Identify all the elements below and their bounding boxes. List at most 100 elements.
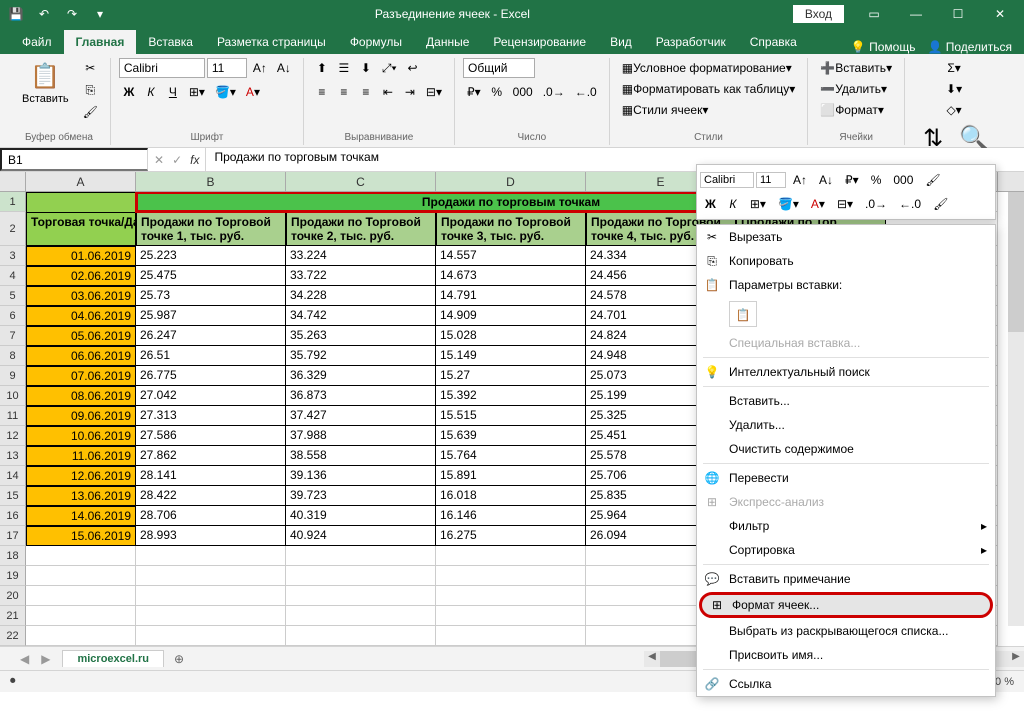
record-macro-icon[interactable]: ⏺ — [10, 675, 16, 688]
align-center-icon[interactable]: ≡ — [334, 82, 354, 102]
delete-cells-button[interactable]: ➖ Удалить ▾ — [816, 79, 896, 99]
login-button[interactable]: Вход — [793, 5, 844, 23]
cell[interactable]: 27.586 — [136, 426, 286, 446]
fx-icon[interactable]: fx — [190, 153, 199, 167]
select-all-corner[interactable] — [0, 172, 26, 191]
conditional-formatting-button[interactable]: ▦ Условное форматирование ▾ — [618, 58, 800, 78]
cell[interactable]: 26.775 — [136, 366, 286, 386]
tab-view[interactable]: Вид — [598, 30, 644, 54]
mini-increase-font-icon[interactable]: A↑ — [788, 170, 812, 190]
cell[interactable]: 28.706 — [136, 506, 286, 526]
cell[interactable]: 16.018 — [436, 486, 586, 506]
cell[interactable]: 26.247 — [136, 326, 286, 346]
cell[interactable]: 02.06.2019 — [26, 266, 136, 286]
cell[interactable]: 05.06.2019 — [26, 326, 136, 346]
cell[interactable] — [436, 566, 586, 586]
row-header[interactable]: 14 — [0, 466, 26, 486]
name-box[interactable] — [0, 148, 148, 171]
row-header[interactable]: 8 — [0, 346, 26, 366]
font-name-select[interactable] — [119, 58, 205, 78]
paste-default-icon[interactable]: 📋 — [729, 301, 757, 327]
tell-me-button[interactable]: 💡 Помощь — [851, 40, 916, 54]
tab-page-layout[interactable]: Разметка страницы — [205, 30, 338, 54]
vertical-scrollbar[interactable] — [1008, 192, 1024, 626]
mini-font-size[interactable] — [756, 172, 786, 188]
tab-home[interactable]: Главная — [64, 30, 137, 54]
fill-color-icon[interactable]: 🪣▾ — [211, 82, 240, 102]
row-header[interactable]: 3 — [0, 246, 26, 266]
redo-icon[interactable]: ↷ — [60, 2, 84, 26]
row-header[interactable]: 1 — [0, 192, 26, 212]
cell[interactable]: 03.06.2019 — [26, 286, 136, 306]
cell[interactable] — [26, 546, 136, 566]
cell[interactable]: 04.06.2019 — [26, 306, 136, 326]
row-header[interactable]: 22 — [0, 626, 26, 646]
row-header[interactable]: 15 — [0, 486, 26, 506]
ctx-hyperlink[interactable]: 🔗Ссылка — [697, 672, 995, 696]
cell[interactable]: 37.988 — [286, 426, 436, 446]
underline-button[interactable]: Ч — [163, 82, 183, 102]
row-header[interactable]: 17 — [0, 526, 26, 546]
cell[interactable]: 11.06.2019 — [26, 446, 136, 466]
wrap-text-icon[interactable]: ↩ — [403, 58, 423, 78]
row-header[interactable]: 16 — [0, 506, 26, 526]
cell[interactable]: 39.136 — [286, 466, 436, 486]
format-as-table-button[interactable]: ▦ Форматировать как таблицу ▾ — [618, 79, 800, 99]
cell[interactable] — [286, 606, 436, 626]
decrease-indent-icon[interactable]: ⇤ — [378, 82, 398, 102]
cell[interactable] — [286, 626, 436, 646]
ribbon-options-icon[interactable]: ▭ — [854, 0, 894, 28]
cell[interactable]: Продажи по Торговой точке 3, тыс. руб. — [436, 212, 586, 246]
cell[interactable]: 40.319 — [286, 506, 436, 526]
mini-italic-button[interactable]: К — [723, 194, 743, 214]
increase-indent-icon[interactable]: ⇥ — [400, 82, 420, 102]
cell[interactable]: 39.723 — [286, 486, 436, 506]
cell[interactable]: 25.987 — [136, 306, 286, 326]
save-icon[interactable]: 💾 — [4, 2, 28, 26]
cell[interactable]: 14.791 — [436, 286, 586, 306]
row-header[interactable]: 13 — [0, 446, 26, 466]
cell[interactable]: 15.891 — [436, 466, 586, 486]
mini-merge-icon[interactable]: ⊟▾ — [832, 194, 858, 214]
mini-percent-icon[interactable]: % — [866, 170, 887, 190]
cell[interactable]: 33.722 — [286, 266, 436, 286]
autosum-icon[interactable]: Σ▾ — [913, 58, 995, 78]
ctx-copy[interactable]: ⎘Копировать — [697, 249, 995, 273]
mini-comma-icon[interactable]: 000 — [888, 170, 918, 190]
tab-data[interactable]: Данные — [414, 30, 481, 54]
cell[interactable]: 38.558 — [286, 446, 436, 466]
mini-font-name[interactable] — [700, 172, 754, 188]
row-header[interactable]: 12 — [0, 426, 26, 446]
ctx-insert-comment[interactable]: 💬Вставить примечание — [697, 567, 995, 591]
row-header[interactable]: 4 — [0, 266, 26, 286]
cell[interactable]: 15.639 — [436, 426, 586, 446]
cell[interactable]: 36.873 — [286, 386, 436, 406]
cell[interactable]: 37.427 — [286, 406, 436, 426]
italic-button[interactable]: К — [141, 82, 161, 102]
maximize-icon[interactable]: ☐ — [938, 0, 978, 28]
cell[interactable]: 34.228 — [286, 286, 436, 306]
clear-icon[interactable]: ◇▾ — [913, 100, 995, 120]
cell[interactable]: 01.06.2019 — [26, 246, 136, 266]
insert-cells-button[interactable]: ➕ Вставить ▾ — [816, 58, 896, 78]
mini-border-icon[interactable]: ⊞▾ — [745, 194, 771, 214]
tab-formulas[interactable]: Формулы — [338, 30, 414, 54]
tab-developer[interactable]: Разработчик — [644, 30, 738, 54]
ctx-insert[interactable]: Вставить... — [697, 389, 995, 413]
cell[interactable] — [436, 606, 586, 626]
cell[interactable] — [286, 566, 436, 586]
qat-dropdown-icon[interactable]: ▾ — [88, 2, 112, 26]
cell[interactable] — [136, 546, 286, 566]
cell[interactable] — [136, 566, 286, 586]
cell[interactable]: 28.422 — [136, 486, 286, 506]
sheet-nav-prev-icon[interactable]: ◀ — [20, 652, 29, 666]
cell[interactable]: 16.146 — [436, 506, 586, 526]
row-header[interactable]: 6 — [0, 306, 26, 326]
cell[interactable]: 09.06.2019 — [26, 406, 136, 426]
align-middle-icon[interactable]: ☰ — [334, 58, 354, 78]
orientation-icon[interactable]: ⤢▾ — [378, 58, 401, 78]
ctx-sort[interactable]: Сортировка▸ — [697, 538, 995, 562]
cell[interactable]: 25.223 — [136, 246, 286, 266]
row-header[interactable]: 9 — [0, 366, 26, 386]
percent-icon[interactable]: % — [487, 82, 507, 102]
